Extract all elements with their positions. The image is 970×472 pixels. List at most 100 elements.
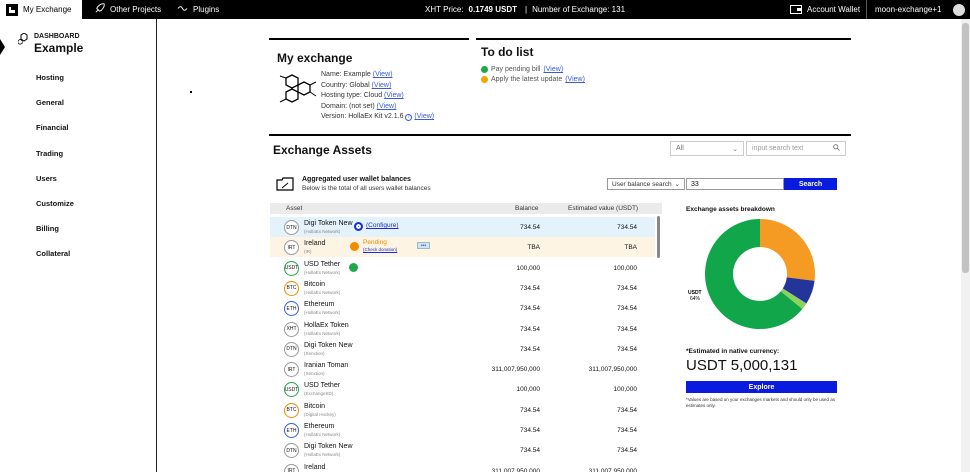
coin-icon: DTN [284, 443, 299, 459]
check-donation-link[interactable]: (Check donation) [363, 247, 397, 252]
view-link[interactable]: (View) [373, 71, 393, 78]
divider [269, 38, 469, 40]
agg-title: Aggregated user wallet balances [302, 176, 411, 183]
table-row[interactable]: IRTIreland(IR)311,007,950,000311,007,950… [270, 461, 655, 472]
table-row[interactable]: DTN Digi Token New (HollaEx Network) 734.54… [270, 440, 655, 460]
asset-network: (ExchangeSD) [304, 391, 334, 397]
configure-link[interactable]: (Configure) [366, 222, 399, 229]
sidebar-item-collateral[interactable]: Collateral [36, 249, 70, 258]
table-row[interactable]: IRT Ireland (IR) TBA TBA Pending (Check donati… [270, 237, 655, 258]
asset-balance: TBA [527, 244, 540, 252]
table-row[interactable]: DTN Digi Token New (HollaEx Network) 734.54… [270, 217, 655, 237]
view-link[interactable]: (View) [565, 76, 585, 83]
exchange-selector[interactable]: moon-exchange+1 [875, 0, 965, 19]
asset-balance: 734.54 [520, 406, 540, 414]
asset-balance: 734.54 [520, 284, 540, 292]
table-header: Asset Balance Estimated value (USDT) [270, 203, 662, 214]
view-link[interactable]: (View) [372, 82, 392, 89]
sidebar-item-hosting[interactable]: Hosting [36, 73, 64, 82]
asset-balance: 734.54 [520, 224, 540, 231]
table-row[interactable]: IRT Iranian Toman (Xenxtion) 311,007,950,00… [270, 359, 655, 379]
coin-icon: BTC [284, 402, 299, 418]
asset-name: USD Tether [304, 260, 341, 268]
table-row[interactable]: USDT USD Tether (ExchangeSD) 100,000 100,000 [270, 379, 655, 399]
asset-network: (HollaEx Network) [304, 452, 341, 458]
asset-filter-select[interactable]: All ⌄ [670, 141, 744, 156]
todo-item: Apply the latest update (View) [481, 76, 585, 83]
search-icon [833, 144, 840, 153]
asset-name: Bitcoin [304, 402, 326, 410]
pending-status: Pending [363, 239, 387, 247]
table-row[interactable]: BTC Bitcoin (Digital Hockey) 734.54 734.54 [270, 400, 655, 420]
sidebar-item-customize[interactable]: Customize [36, 199, 74, 208]
coin-icon: XHT [284, 321, 299, 337]
wallet-icon [790, 4, 802, 16]
table-row[interactable]: USDT USD Tether (HollaEx Network) 100,000 10… [270, 258, 655, 278]
explore-button[interactable]: Explore [686, 381, 837, 393]
asset-name: Digi Token New [304, 443, 353, 451]
top-bar: My Exchange Other Projects Plugins XHT P… [0, 0, 970, 19]
page-scrollbar[interactable] [961, 19, 970, 472]
view-link[interactable]: (View) [384, 92, 404, 99]
divider [476, 38, 851, 40]
asset-balance: 311,007,950,000 [491, 467, 540, 472]
user-balance-input[interactable]: 33 [686, 178, 784, 190]
search-button[interactable]: Search [784, 178, 837, 190]
asset-network: (HollaEx Network) [304, 269, 341, 275]
table-row[interactable]: ETH Ethereum (HollaEx Network) 734.54 734.54 [270, 298, 655, 318]
coin-icon: ETH [284, 423, 299, 438]
sidebar-item-general[interactable]: General [36, 98, 64, 107]
sidebar-item-financial[interactable]: Financial [36, 123, 69, 132]
more-icon[interactable]: ••• [417, 242, 430, 250]
donut-slice [760, 219, 815, 281]
sidebar-item-trading[interactable]: Trading [36, 149, 63, 158]
user-balance-select[interactable]: User balance search ⌄ [607, 178, 685, 190]
price-info: XHT Price: 0.1749 USDT | Number of Excha… [425, 5, 626, 14]
asset-balance: 734.54 [520, 427, 540, 434]
chevron-down-icon: ⌄ [674, 181, 680, 188]
asset-name: HollaEx Token [304, 321, 349, 329]
clock-icon [350, 242, 359, 252]
table-row[interactable]: BTC Bitcoin (HollaEx Network) 734.54 734.54 [270, 278, 655, 298]
view-link[interactable]: (View) [377, 103, 397, 110]
info-icon[interactable]: i [405, 114, 413, 121]
asset-estimate: 734.54 [617, 345, 637, 353]
todo-item: Pay pending bill (View) [481, 66, 563, 73]
info-domain: Domain: (not set) (View) [321, 103, 397, 110]
asset-network: (HollaEx Network) [304, 289, 341, 295]
table-scrollbar[interactable] [657, 216, 660, 258]
sidebar-item-billing[interactable]: Billing [36, 224, 59, 233]
asset-name: Bitcoin [304, 280, 326, 288]
coin-icon: IRT [284, 362, 299, 378]
asset-estimate: 311,007,950,000 [588, 366, 637, 374]
tab-plugins[interactable]: Plugins [171, 0, 225, 19]
wallet-icon [276, 177, 294, 193]
tab-other-projects[interactable]: Other Projects [88, 0, 167, 19]
sidebar-item-users[interactable]: Users [36, 174, 57, 183]
avatar[interactable] [952, 3, 965, 16]
asset-name: USD Tether [304, 382, 341, 390]
sidebar-title: Example [34, 41, 84, 55]
view-link[interactable]: (View) [414, 113, 434, 120]
chevron-down-icon: ⌄ [732, 145, 738, 153]
asset-estimate: 734.54 [617, 284, 637, 292]
tab-my-exchange[interactable]: My Exchange [0, 0, 82, 19]
check-icon [349, 262, 358, 272]
asset-name: Ireland [304, 240, 326, 248]
asset-balance: 311,007,950,000 [491, 366, 540, 374]
coin-icon: DTN [284, 341, 299, 357]
asset-network: (HollaEx Network) [304, 330, 341, 336]
account-wallet-button[interactable]: Account Wallet [790, 0, 860, 19]
estimate-value: USDT 5,000,131 [686, 357, 798, 374]
table-row[interactable]: ETH Ethereum (HollaEx Network) 734.54 734.54 [270, 420, 655, 440]
asset-name: Digi Token New [304, 341, 353, 349]
asset-network: (HollaEx Network) [304, 432, 341, 437]
asset-network: (HollaEx Network) [304, 229, 341, 234]
warning-icon [481, 76, 488, 83]
table-row[interactable]: XHT HollaEx Token (HollaEx Network) 734.54 7… [270, 319, 655, 339]
table-row[interactable]: DTN Digi Token New (Xenxtion) 734.54 734.54 [270, 339, 655, 359]
asset-name: Ethereum [304, 423, 335, 430]
view-link[interactable]: (View) [543, 66, 563, 73]
asset-search-input[interactable]: input search text [746, 141, 846, 156]
asset-network: (Digital Hockey) [304, 411, 336, 417]
